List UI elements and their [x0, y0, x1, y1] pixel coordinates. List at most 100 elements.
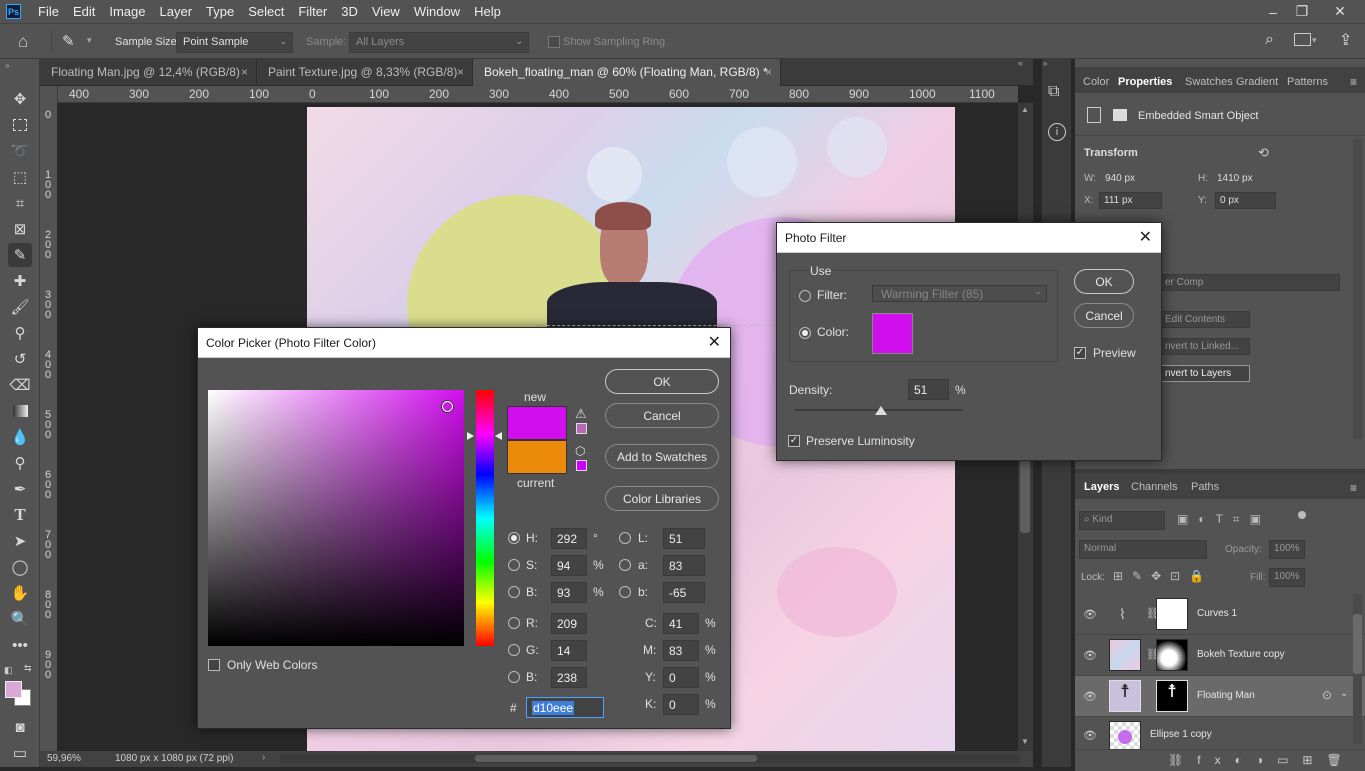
pen-tool-icon[interactable]: ✒: [8, 477, 32, 501]
layer-mask-thumbnail[interactable]: ☨: [1156, 680, 1188, 712]
menu-layer[interactable]: Layer: [153, 4, 200, 19]
tab-bokeh-floating-man[interactable]: Bokeh_floating_man @ 60% (Floating Man, …: [473, 59, 781, 86]
workspace-chevron-icon[interactable]: ▾: [1312, 35, 1317, 46]
collapse-panel-icon[interactable]: »: [5, 61, 9, 70]
quick-mask-icon[interactable]: ◙: [8, 715, 32, 739]
tab-channels[interactable]: Channels: [1131, 481, 1177, 493]
layer-name[interactable]: Curves 1: [1197, 608, 1237, 619]
opacity-field[interactable]: 100%: [1269, 540, 1305, 559]
blue-radio[interactable]: [508, 671, 520, 683]
menu-edit[interactable]: Edit: [66, 4, 102, 19]
status-menu-icon[interactable]: ›: [262, 752, 265, 763]
filter-dropdown[interactable]: Warming Filter (85) ⌄: [872, 285, 1047, 302]
clone-stamp-tool-icon[interactable]: ⚲: [8, 321, 32, 345]
hue-field[interactable]: 292: [551, 528, 587, 549]
add-to-swatches-button[interactable]: Add to Swatches: [605, 444, 719, 469]
ellipse-tool-icon[interactable]: ◯: [8, 555, 32, 579]
menu-view[interactable]: View: [365, 4, 407, 19]
hue-slider-right-arrow[interactable]: [495, 432, 502, 440]
layer-comp-dropdown[interactable]: er Comp: [1160, 274, 1340, 291]
screen-mode-icon[interactable]: ▭: [8, 741, 32, 765]
tab-properties[interactable]: Properties: [1118, 76, 1172, 88]
cyan-field[interactable]: 41: [663, 613, 699, 634]
layer-thumbnail[interactable]: [1109, 721, 1141, 749]
close-icon[interactable]: ✕: [1139, 227, 1152, 247]
lightness-radio[interactable]: [619, 532, 631, 544]
tab-patterns[interactable]: Patterns: [1287, 76, 1328, 88]
marquee-tool-icon[interactable]: [8, 113, 32, 137]
menu-file[interactable]: File: [31, 4, 66, 19]
saturation-field[interactable]: 94: [551, 555, 587, 576]
edit-contents-button[interactable]: Edit Contents: [1160, 311, 1250, 328]
filter-kind-dropdown[interactable]: ⌕ Kind: [1079, 511, 1165, 530]
menu-select[interactable]: Select: [241, 4, 291, 19]
convert-linked-button[interactable]: nvert to Linked...: [1160, 338, 1250, 355]
visibility-eye-icon[interactable]: 👁: [1083, 649, 1097, 662]
swap-colors-icon[interactable]: ⇆: [24, 663, 32, 674]
search-icon[interactable]: ⌕: [1265, 31, 1274, 49]
out-of-gamut-warning-icon[interactable]: ⚠: [575, 406, 587, 422]
panel-menu-icon[interactable]: ≡: [1350, 481, 1357, 495]
scroll-thumb[interactable]: [1020, 453, 1030, 533]
hue-radio[interactable]: [508, 532, 520, 544]
dodge-tool-icon[interactable]: ⚲: [8, 451, 32, 475]
layer-row[interactable]: 👁 ⛓ Bokeh Texture copy: [1075, 635, 1365, 676]
workspace-icon[interactable]: [1294, 33, 1311, 46]
gradient-tool-icon[interactable]: [8, 399, 32, 423]
scroll-thumb[interactable]: [475, 755, 757, 762]
blue-field[interactable]: 238: [551, 667, 587, 688]
info-panel-icon[interactable]: i: [1048, 123, 1066, 141]
move-tool-icon[interactable]: ✥: [8, 87, 32, 111]
visibility-eye-icon[interactable]: 👁: [1083, 690, 1097, 703]
eraser-tool-icon[interactable]: ⌫: [8, 373, 32, 397]
saturation-radio[interactable]: [508, 559, 520, 571]
share-icon[interactable]: ⇪: [1339, 30, 1352, 50]
healing-brush-tool-icon[interactable]: ✚: [8, 269, 32, 293]
ok-button[interactable]: OK: [1074, 269, 1134, 294]
current-color-swatch[interactable]: [507, 440, 567, 474]
a-channel-field[interactable]: 83: [663, 555, 705, 576]
color-libraries-button[interactable]: Color Libraries: [605, 486, 719, 511]
smart-filter-icon[interactable]: ⊙: [1322, 688, 1332, 702]
more-tools-icon[interactable]: •••: [8, 633, 32, 657]
brush-tool-icon[interactable]: 🖌: [8, 295, 32, 319]
cancel-button[interactable]: Cancel: [605, 403, 719, 428]
layer-actions-icons[interactable]: ⛓fx◐◑▭⊞🗑: [1168, 753, 1356, 767]
filter-radio[interactable]: [799, 290, 811, 302]
layer-thumbnail[interactable]: ☨: [1109, 680, 1141, 712]
layer-name[interactable]: Ellipse 1 copy: [1150, 729, 1212, 740]
visibility-eye-icon[interactable]: 👁: [1083, 729, 1097, 742]
sample-dropdown[interactable]: All Layers ⌄: [349, 32, 529, 53]
object-selection-tool-icon[interactable]: ⬚: [8, 165, 32, 189]
hex-field[interactable]: d10eee: [526, 697, 604, 718]
close-icon[interactable]: ✕: [708, 332, 721, 352]
expand-effects-icon[interactable]: ⌄: [1340, 688, 1348, 699]
frame-tool-icon[interactable]: ⊠: [8, 217, 32, 241]
layer-mask-thumbnail[interactable]: [1156, 639, 1188, 671]
lightness-field[interactable]: 51: [663, 528, 705, 549]
document-info[interactable]: 1080 px x 1080 px (72 ppi): [115, 753, 233, 764]
foreground-color-swatch[interactable]: [5, 681, 22, 698]
brightness-radio[interactable]: [508, 586, 520, 598]
layers-scrollbar[interactable]: [1353, 594, 1362, 744]
web-safe-cube-icon[interactable]: ⬡: [575, 444, 585, 458]
hue-slider-left-arrow[interactable]: [467, 432, 474, 440]
lock-icons[interactable]: ⊞✎✥⊡🔒: [1113, 569, 1213, 583]
collapse-icon[interactable]: «: [1018, 58, 1023, 68]
hue-slider[interactable]: [476, 390, 494, 646]
fill-field[interactable]: 100%: [1269, 568, 1305, 587]
tab-gradient[interactable]: Gradient: [1236, 76, 1278, 88]
black-field[interactable]: 0: [663, 694, 699, 715]
menu-type[interactable]: Type: [199, 4, 241, 19]
close-window-icon[interactable]: ✕: [1326, 0, 1354, 23]
hand-tool-icon[interactable]: ✋: [8, 581, 32, 605]
tab-floating-man[interactable]: Floating Man.jpg @ 12,4% (RGB/8) ×: [40, 59, 257, 86]
filter-color-swatch[interactable]: [872, 313, 913, 354]
y-position-field[interactable]: 0 px: [1215, 192, 1276, 209]
history-brush-tool-icon[interactable]: ↺: [8, 347, 32, 371]
preview-checkbox[interactable]: ✓: [1074, 347, 1086, 359]
tool-preset-chevron-icon[interactable]: ▾: [87, 35, 92, 46]
horizontal-scrollbar[interactable]: [280, 754, 1020, 763]
only-web-colors-checkbox[interactable]: [208, 659, 220, 671]
history-panel-icon[interactable]: ⧉: [1048, 83, 1059, 101]
